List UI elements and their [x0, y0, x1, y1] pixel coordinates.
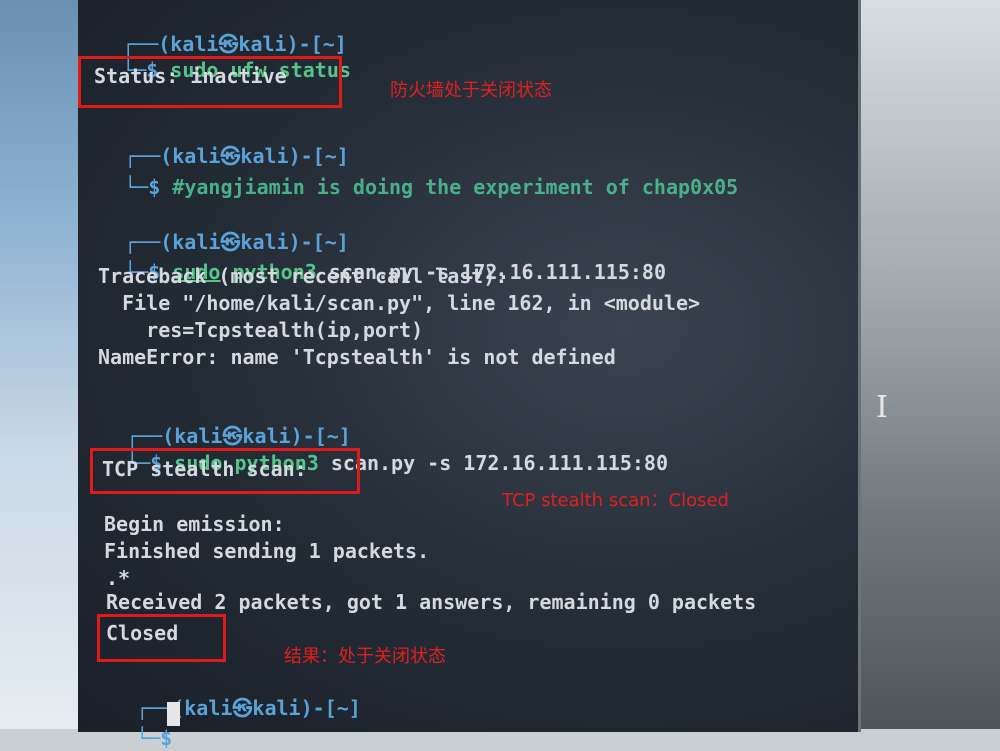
text-cursor-icon: I: [876, 390, 888, 425]
highlight-box-status: [78, 56, 342, 108]
prompt-symbol: $: [148, 175, 161, 199]
output-line: Traceback (most recent call last):: [98, 264, 508, 288]
prompt-user: (kali㉿kali)-[~]: [172, 696, 361, 720]
highlight-box-scan: [90, 448, 360, 494]
annotation-scan: TCP stealth scan：Closed: [502, 490, 729, 511]
output-line: NameError: name 'Tcpstealth' is not defi…: [98, 345, 616, 369]
output-line: File "/home/kali/scan.py", line 162, in …: [98, 291, 701, 315]
output-line: res=Tcpstealth(ip,port): [98, 318, 424, 342]
command-args: -s 172.16.111.115:80: [415, 451, 668, 475]
command-line: └─$ #yangjiamin is doing the experiment …: [100, 151, 738, 199]
annotation-firewall: 防火墙处于关闭状态: [390, 80, 552, 101]
annotation-result: 结果：处于关闭状态: [284, 646, 446, 667]
output-line: Received 2 packets, got 1 answers, remai…: [106, 590, 757, 614]
terminal-cursor: [167, 702, 180, 726]
output-line: Finished sending 1 packets.: [104, 539, 430, 563]
command-comment: #yangjiamin is doing the experiment of c…: [172, 175, 739, 199]
output-line: .*: [106, 566, 131, 590]
output-line: Begin emission:: [104, 512, 285, 536]
prompt-corner-bottom: └─: [124, 175, 149, 199]
photo-background-left: [0, 0, 80, 751]
prompt-corner-bottom: └─: [136, 726, 161, 750]
command-line[interactable]: └─$: [112, 702, 172, 750]
prompt-symbol: $: [160, 726, 173, 750]
highlight-box-result: [97, 614, 226, 662]
